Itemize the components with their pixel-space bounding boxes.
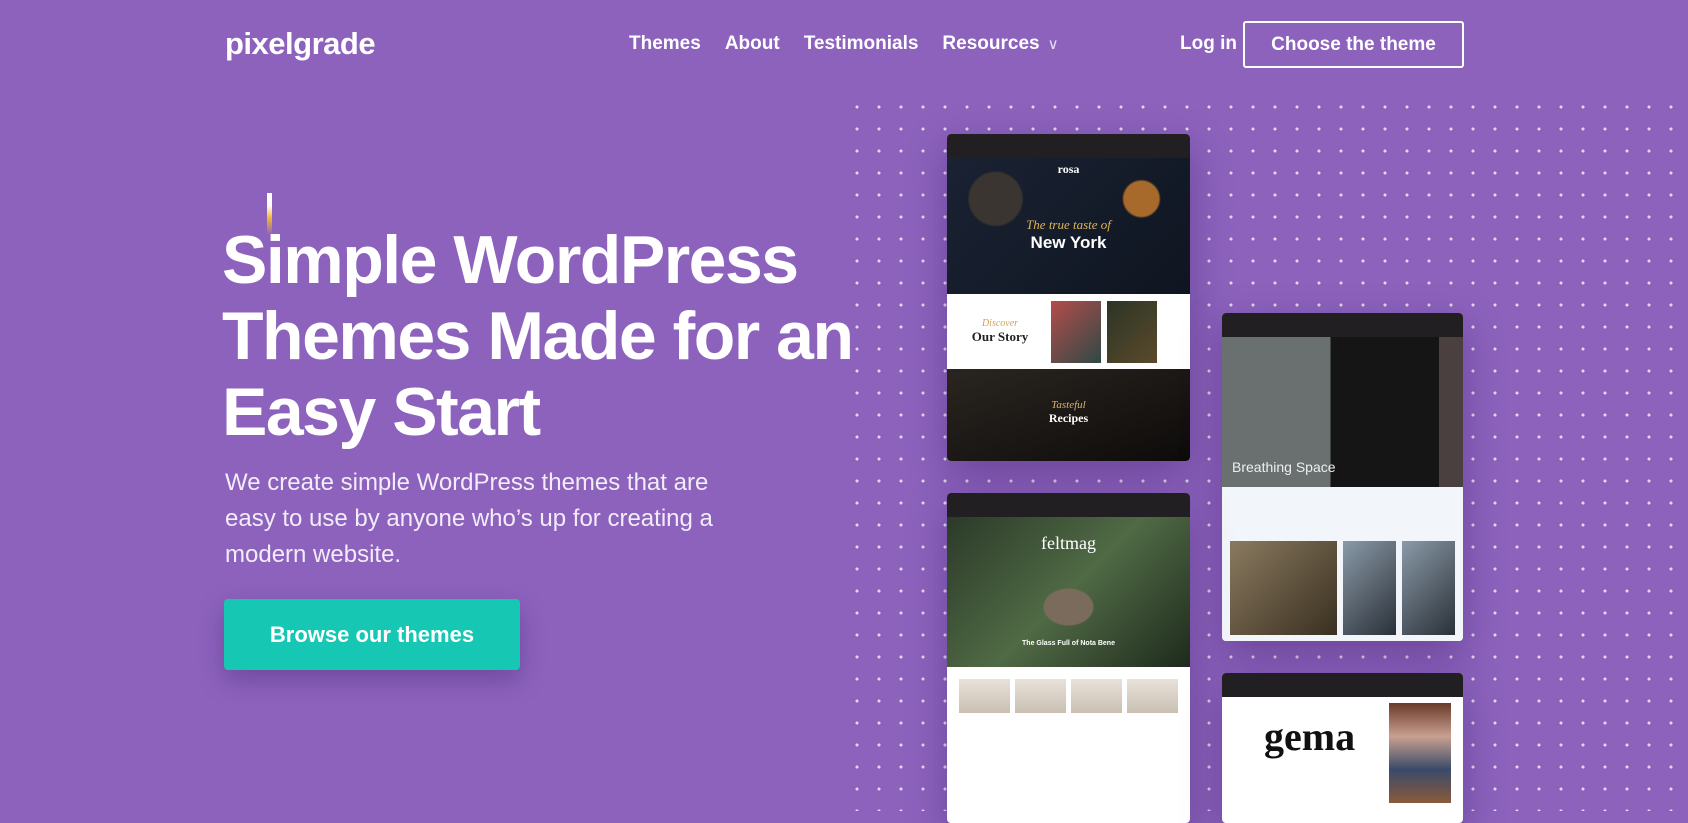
choose-theme-button[interactable]: Choose the theme xyxy=(1243,21,1464,68)
preview-title: New York xyxy=(1030,233,1107,252)
nav-resources[interactable]: Resources ∨ xyxy=(942,33,1058,55)
theme-preview-breathing-space[interactable]: Breathing Space xyxy=(1222,313,1463,641)
nav-testimonials[interactable]: Testimonials xyxy=(804,33,919,55)
preview-hero: Breathing Space xyxy=(1222,337,1463,487)
preview-hero: feltmag The Glass Full of Nota Bene xyxy=(947,517,1190,667)
preview-bar xyxy=(947,493,1190,517)
theme-preview-feltmag[interactable]: feltmag The Glass Full of Nota Bene xyxy=(947,493,1190,823)
preview-bar xyxy=(1222,673,1463,697)
theme-preview-gema[interactable]: gema xyxy=(1222,673,1463,823)
preview-logo: feltmag xyxy=(1041,533,1096,553)
preview-script: The true taste of xyxy=(1026,217,1111,232)
nav-themes[interactable]: Themes xyxy=(629,33,701,55)
story-script: Discover xyxy=(981,318,1019,329)
preview-image xyxy=(1107,300,1157,363)
preview-bar xyxy=(1222,313,1463,337)
preview-image xyxy=(1389,703,1451,803)
story-title: Our Story xyxy=(971,329,1029,344)
hero-lead: We create simple WordPress themes that a… xyxy=(225,469,713,568)
chevron-down-icon: ∨ xyxy=(1047,36,1059,53)
preview-headline: The Glass Full of Nota Bene xyxy=(1022,640,1115,647)
preview-recipes: Tasteful Recipes xyxy=(947,369,1190,461)
preview-thumbnails xyxy=(947,667,1190,757)
preview-story: Discover Our Story xyxy=(947,294,1190,369)
preview-gallery xyxy=(1222,535,1463,641)
browse-themes-button[interactable]: Browse our themes xyxy=(224,599,520,670)
recipes-title: Recipes xyxy=(1048,411,1089,425)
login-link[interactable]: Log in xyxy=(1180,33,1237,55)
nav-about[interactable]: About xyxy=(725,33,780,55)
preview-hero: rosa The true taste of New York xyxy=(947,158,1190,294)
recipes-script: Tasteful xyxy=(1051,399,1086,411)
hero-title: Simple WordPress Themes Made for an Easy… xyxy=(222,222,854,450)
nav-resources-label: Resources xyxy=(942,33,1040,54)
preview-image xyxy=(1051,300,1101,363)
preview-quote xyxy=(1222,487,1463,535)
main-nav: Themes About Testimonials Resources ∨ xyxy=(629,33,1059,55)
preview-logo: rosa xyxy=(1057,162,1080,176)
preview-body: gema xyxy=(1222,697,1463,803)
preview-bar xyxy=(947,134,1190,158)
theme-preview-rosa[interactable]: rosa The true taste of New York Discover… xyxy=(947,134,1190,461)
preview-logo: gema xyxy=(1264,714,1356,759)
logo[interactable]: pixelgrade xyxy=(225,26,376,62)
preview-title: Breathing Space xyxy=(1232,459,1336,475)
